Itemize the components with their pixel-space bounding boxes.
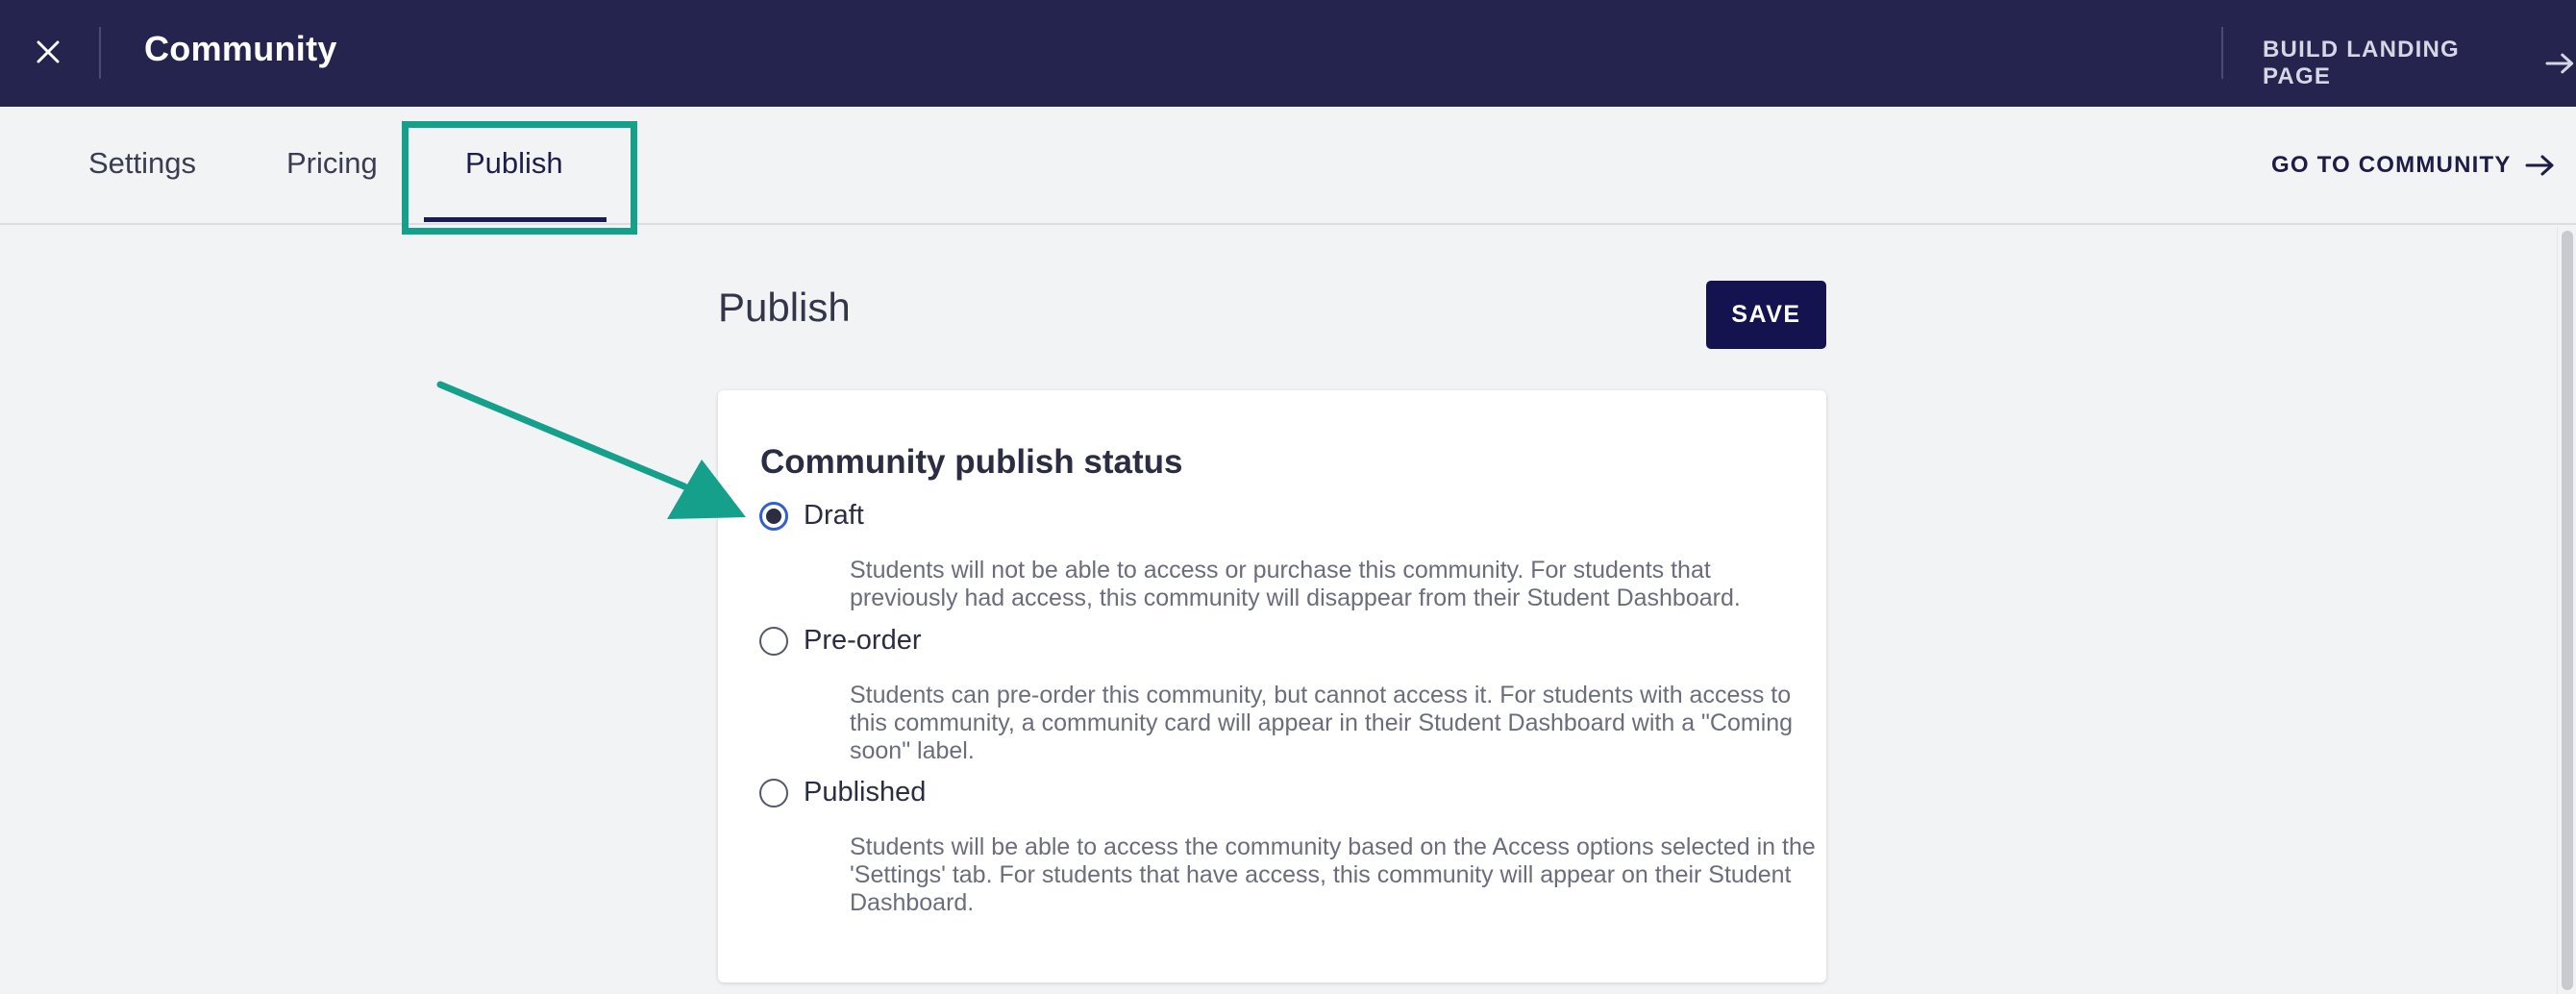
draft-radio-row[interactable]: Draft <box>759 500 1797 532</box>
published-radio-row[interactable]: Published <box>759 777 1797 808</box>
save-button[interactable]: SAVE <box>1706 281 1826 349</box>
published-description: Students will be able to access the comm… <box>850 833 1816 916</box>
arrow-right-icon <box>2525 155 2554 176</box>
section-heading: Publish <box>718 285 851 330</box>
pre-order-label: Pre-order <box>804 625 922 656</box>
scrollbar[interactable] <box>2557 227 2576 994</box>
go-to-community-button[interactable]: GO TO COMMUNITY <box>2271 152 2556 179</box>
option-published: Published Students will be able to acces… <box>759 777 1816 917</box>
topbar-divider <box>99 27 101 79</box>
option-draft: Draft Students will not be able to acces… <box>759 500 1797 612</box>
page-title: Community <box>144 29 337 68</box>
close-icon <box>37 40 60 63</box>
pre-order-radio-row[interactable]: Pre-order <box>759 625 1797 657</box>
pre-order-description: Students can pre-order this community, b… <box>850 682 1794 764</box>
build-landing-page-label: BUILD LANDING PAGE <box>2263 37 2460 89</box>
annotation-highlight-box <box>402 121 637 235</box>
draft-radio[interactable] <box>759 501 788 531</box>
top-bar: Community BUILD LANDING PAGE <box>0 0 2576 107</box>
draft-description: Students will not be able to access or p… <box>850 557 1741 611</box>
scrollbar-thumb[interactable] <box>2562 231 2573 990</box>
pre-order-radio[interactable] <box>759 626 788 656</box>
draft-label: Draft <box>804 500 864 531</box>
topbar-divider <box>2221 27 2223 79</box>
annotation-arrow-icon <box>436 381 746 519</box>
close-button[interactable] <box>27 31 69 73</box>
published-radio[interactable] <box>759 778 788 808</box>
tab-pricing[interactable]: Pricing <box>286 146 378 181</box>
published-label: Published <box>804 777 927 808</box>
build-landing-page-button[interactable]: BUILD LANDING PAGE <box>2263 37 2576 90</box>
option-pre-order: Pre-order Students can pre-order this co… <box>759 625 1797 765</box>
go-to-community-label: GO TO COMMUNITY <box>2271 152 2512 178</box>
tab-settings[interactable]: Settings <box>88 146 196 181</box>
tab-bar: Settings Pricing Publish <box>0 107 2576 225</box>
arrow-right-icon <box>2545 53 2574 74</box>
card-title: Community publish status <box>760 443 1183 481</box>
publish-status-card: Community publish status Draft Students … <box>718 390 1826 982</box>
